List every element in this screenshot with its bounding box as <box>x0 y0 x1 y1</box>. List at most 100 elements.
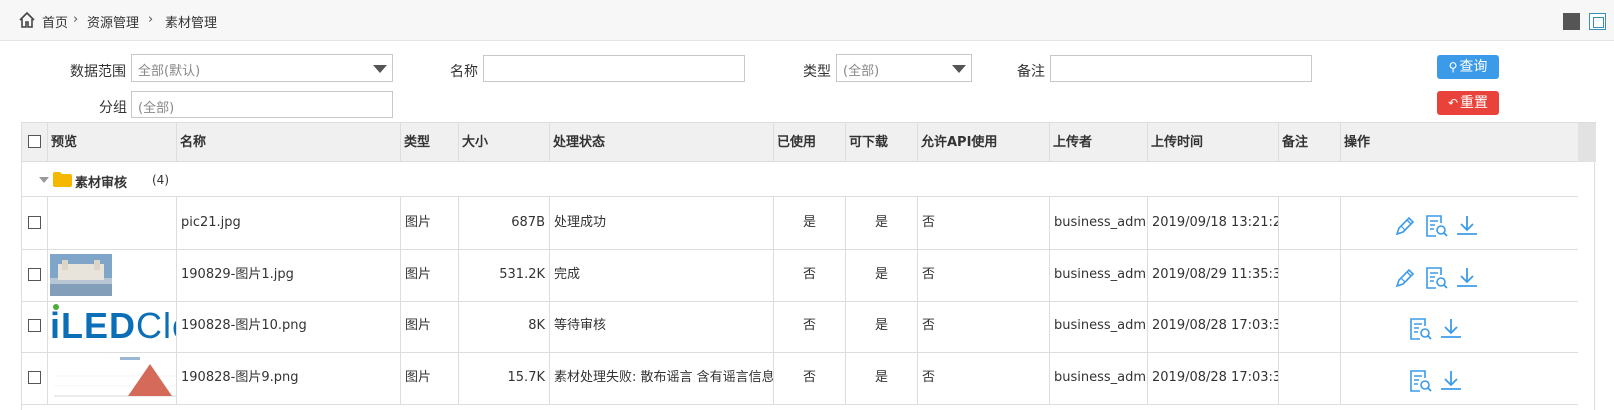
material-table: 预览 名称 类型 大小 处理状态 已使用 可下载 允许API使用 上传者 上传时… <box>21 122 1596 410</box>
cell-api: 否 <box>918 300 1050 352</box>
cell-type: 图片 <box>401 300 459 352</box>
group-input[interactable]: (全部) <box>131 91 393 118</box>
header-api[interactable]: 允许API使用 <box>918 123 1050 162</box>
reset-button[interactable]: ↶ 重置 <box>1437 91 1499 115</box>
cell-name: pic21.jpg <box>177 197 401 249</box>
cell-downloadable: 是 <box>846 197 918 249</box>
chevron-down-icon <box>952 65 966 73</box>
query-button[interactable]: ⚲ 查询 <box>1437 55 1499 79</box>
cell-api: 否 <box>918 197 1050 249</box>
cell-downloadable: 是 <box>846 300 918 352</box>
preview-thumbnail[interactable] <box>48 248 177 301</box>
query-button-label: 查询 <box>1459 59 1488 75</box>
name-label: 名称 <box>450 64 478 80</box>
cell-size: 8K <box>459 300 550 352</box>
undo-icon: ↶ <box>1447 96 1459 110</box>
list-view-icon[interactable] <box>1589 13 1606 30</box>
cell-status: 处理成功 <box>550 197 774 249</box>
preview-thumbnail <box>48 197 177 249</box>
edit-icon[interactable] <box>1392 262 1418 288</box>
row-checkbox[interactable] <box>28 216 41 229</box>
table-row[interactable]: pic21.jpg 图片 687B 处理成功是是否 business_admin 2019… <box>22 197 1578 250</box>
header-name[interactable]: 名称 <box>177 123 401 162</box>
cell-upload-time: 2019/08/28 17:03:36 <box>1148 300 1279 352</box>
breadcrumb-material-management: 素材管理 <box>165 16 218 31</box>
type-select[interactable]: (全部) <box>836 54 972 82</box>
row-checkbox[interactable] <box>28 370 41 384</box>
breadcrumb-separator: › <box>73 12 79 27</box>
reset-button-label: 重置 <box>1460 95 1489 111</box>
group-name: 素材审核 <box>75 176 128 191</box>
group-row[interactable]: 素材审核 (4) <box>22 162 1578 197</box>
table-row[interactable]: iLEDClo190828-图片10.png图片8K等待审核否是否busines… <box>22 300 1578 353</box>
breadcrumb-home[interactable]: 首页 <box>42 12 68 31</box>
cell-remark <box>1279 351 1341 404</box>
cell-used: 否 <box>774 248 846 301</box>
preview-doc-icon[interactable] <box>1423 210 1449 237</box>
group-label: 分组 <box>99 100 127 116</box>
header-status[interactable]: 处理状态 <box>550 123 774 162</box>
preview-doc-icon[interactable] <box>1407 313 1433 340</box>
cell-downloadable: 是 <box>846 351 918 404</box>
preview-thumbnail[interactable]: iLEDClo <box>48 300 177 352</box>
header-type[interactable]: 类型 <box>401 123 459 162</box>
header-preview[interactable]: 预览 <box>48 123 177 162</box>
download-icon[interactable] <box>1438 313 1464 339</box>
collapse-caret-icon[interactable] <box>39 177 49 183</box>
header-size[interactable]: 大小 <box>459 123 550 162</box>
home-icon[interactable] <box>18 11 36 29</box>
folder-icon <box>53 172 72 187</box>
cell-used: 否 <box>774 300 846 352</box>
row-select-cell <box>22 351 48 404</box>
header-downloadable[interactable]: 可下载 <box>846 123 918 162</box>
select-all-checkbox[interactable] <box>28 135 41 148</box>
header-select-cell <box>22 123 48 162</box>
cell-actions <box>1341 300 1578 352</box>
name-input[interactable] <box>483 55 745 82</box>
header-used[interactable]: 已使用 <box>774 123 846 162</box>
breadcrumb-resource-management[interactable]: 资源管理 <box>87 12 139 31</box>
cell-actions <box>1341 249 1578 301</box>
header-uploader[interactable]: 上传者 <box>1050 123 1148 162</box>
row-checkbox[interactable] <box>28 319 41 332</box>
cell-type: 图片 <box>401 248 459 301</box>
header-remark[interactable]: 备注 <box>1279 123 1341 162</box>
row-select-cell <box>22 300 48 352</box>
cell-used: 否 <box>774 351 846 404</box>
cell-type: 图片 <box>401 351 459 404</box>
header-actions: 操作 <box>1344 135 1371 150</box>
download-icon[interactable] <box>1454 210 1480 236</box>
download-icon[interactable] <box>1438 365 1464 391</box>
cell-size: 687B <box>459 197 550 249</box>
chevron-down-icon <box>373 65 387 73</box>
edit-icon[interactable] <box>1392 210 1418 236</box>
cell-uploader: business_admin <box>1050 197 1148 249</box>
cell-actions <box>1341 352 1578 404</box>
breadcrumb-bar: 首页 › 资源管理 › 素材管理 <box>0 0 1614 41</box>
cell-uploader: business_admin <box>1050 248 1148 301</box>
search-icon: ⚲ <box>1448 60 1458 74</box>
row-select-cell <box>22 248 48 301</box>
table-row[interactable]: 190829-图片1.jpg 图片 531.2K 完成否是否 business_admi… <box>22 248 1578 302</box>
type-label: 类型 <box>803 64 831 80</box>
row-checkbox[interactable] <box>28 267 41 281</box>
preview-thumbnail[interactable] <box>48 351 177 404</box>
table-row[interactable]: 190828-图片9.png 图片 15.7K 素材处理失败: 散布谣言 含有谣言信息… <box>22 351 1578 405</box>
download-icon[interactable] <box>1454 262 1480 288</box>
table-header: 预览 名称 类型 大小 处理状态 已使用 可下载 允许API使用 上传者 上传时… <box>22 122 1578 162</box>
remark-input[interactable] <box>1050 55 1312 82</box>
cell-remark <box>1279 197 1341 249</box>
grid-view-icon[interactable] <box>1563 13 1580 30</box>
header-scroll-gutter <box>1578 122 1596 162</box>
cell-type: 图片 <box>401 197 459 249</box>
cell-actions <box>1341 197 1578 249</box>
scope-select[interactable]: 全部(默认) <box>131 54 393 82</box>
preview-doc-icon[interactable] <box>1407 365 1433 392</box>
cell-name: 190829-图片1.jpg <box>177 248 401 301</box>
breadcrumb-separator: › <box>148 12 154 27</box>
preview-doc-icon[interactable] <box>1423 262 1449 289</box>
row-select-cell <box>22 197 48 249</box>
header-upload-time[interactable]: 上传时间 <box>1148 123 1279 162</box>
cell-downloadable: 是 <box>846 248 918 301</box>
scope-label: 数据范围 <box>70 64 126 80</box>
